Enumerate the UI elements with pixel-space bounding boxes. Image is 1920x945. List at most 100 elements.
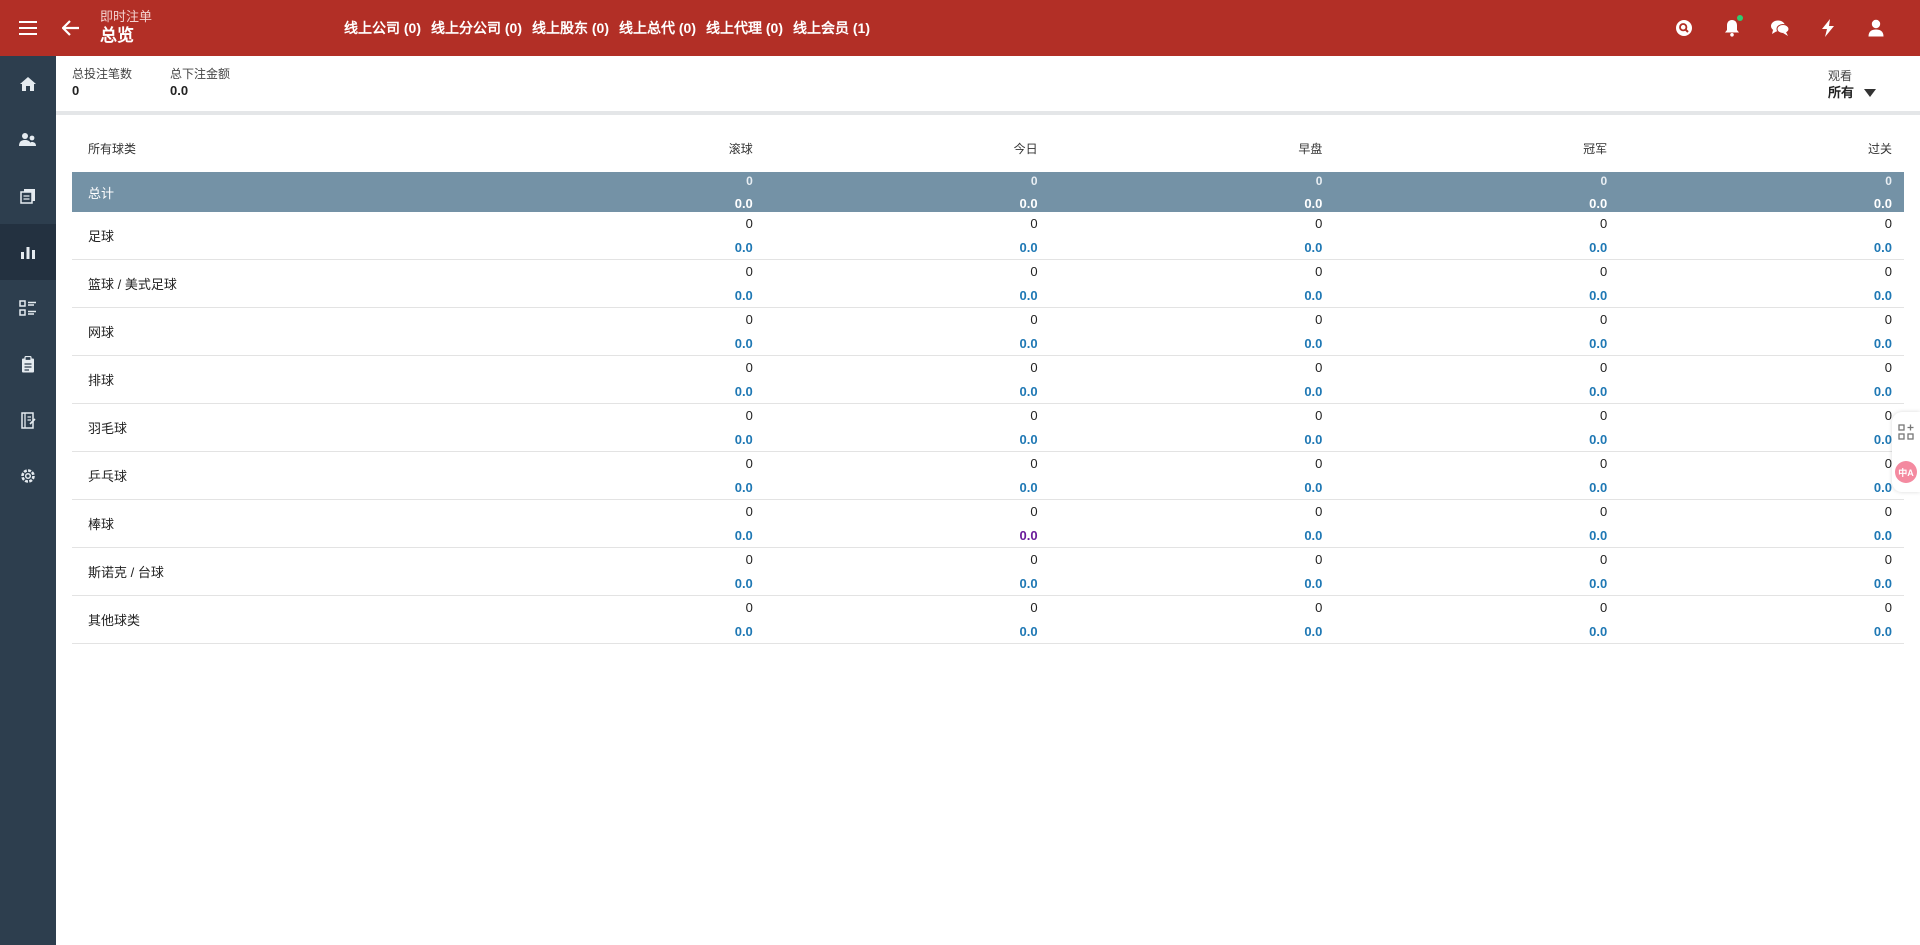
bet-amount-link[interactable]: 0.0 [1334,624,1607,640]
bet-amount-link[interactable]: 0.0 [1619,528,1892,544]
sidebar-item-documents[interactable] [0,168,56,224]
row-name: 足球 [88,229,115,244]
bet-amount-link[interactable]: 0.0 [765,336,1038,352]
level-links: 线上公司 (0) 线上分公司 (0) 线上股东 (0) 线上总代 (0) 线上代… [344,18,880,38]
bet-amount-link[interactable]: 0.0 [1050,528,1322,544]
bet-amount-link[interactable]: 0.0 [1050,336,1322,352]
bet-amount-link[interactable]: 0.0 [1334,576,1607,592]
bet-amount-link[interactable]: 0.0 [1619,576,1892,592]
sidebar-item-list[interactable] [0,280,56,336]
bet-count: 0 [1030,600,1038,615]
bet-amount-link[interactable]: 0.0 [1334,336,1607,352]
cell: 0 0.0 [1050,548,1335,595]
bet-count: 0 [1599,408,1608,423]
bet-count: 0 [1884,552,1892,567]
bet-amount-link[interactable]: 0.0 [1334,480,1607,496]
bet-count: 0 [1884,600,1892,615]
user-button[interactable] [1852,0,1900,56]
bet-amount-link[interactable]: 0.0 [480,480,753,496]
bet-amount-link[interactable]: 0.0 [1619,240,1892,256]
bet-count: 0 [746,174,753,188]
bet-amount-link[interactable]: 0.0 [765,432,1038,448]
notifications-button[interactable] [1708,0,1756,56]
bet-amount-link[interactable]: 0.0 [480,528,753,544]
bet-count: 0 [1315,552,1323,567]
translate-button[interactable]: 中A [1895,461,1917,483]
bet-amount-link[interactable]: 0.0 [1619,384,1892,400]
bet-amount-link[interactable]: 0.0 [1334,240,1607,256]
bet-amount-link[interactable]: 0.0 [1619,288,1892,304]
bet-count: 0 [745,216,753,231]
bet-amount-link[interactable]: 0.0 [1050,432,1322,448]
bet-amount-link[interactable]: 0.0 [480,432,753,448]
bet-amount-link[interactable]: 0.0 [1619,624,1892,640]
sidebar-item-report[interactable] [0,392,56,448]
bet-amount-link[interactable]: 0.0 [1619,336,1892,352]
row-name: 总计 [88,185,115,201]
bet-amount-link[interactable]: 0.0 [1050,240,1322,256]
level-link-shareholder[interactable]: 线上股东 (0) [532,18,609,38]
cell: 0 0.0 [765,356,1050,403]
bet-amount-link[interactable]: 0.0 [765,240,1038,256]
cell: 0 0.0 [1050,212,1335,259]
level-link-general-agent[interactable]: 线上总代 (0) [619,18,696,38]
sidebar-item-home[interactable] [0,56,56,112]
back-button[interactable] [56,0,86,56]
quick-action-button[interactable] [1804,0,1852,56]
hamburger-menu-icon [19,21,37,35]
bet-amount-link[interactable]: 0.0 [765,480,1038,496]
search-button[interactable] [1660,0,1708,56]
bet-amount-link[interactable]: 0.0 [1619,432,1892,448]
bet-amount-link[interactable]: 0.0 [480,336,753,352]
cell: 0 0.0 [480,172,765,212]
view-filter-label: 观看 [1828,69,1853,83]
bet-count: 0 [745,504,753,519]
bet-amount-link[interactable]: 0.0 [1334,288,1607,304]
sidebar-item-clipboard[interactable] [0,336,56,392]
bet-count: 0 [1030,408,1038,423]
bet-amount-link[interactable]: 0.0 [1050,480,1322,496]
sidebar-item-settings[interactable] [0,448,56,504]
row-name: 其他球类 [88,613,141,628]
sidebar-item-reports-chart[interactable] [0,224,56,280]
summary-total-amount-value: 0.0 [170,83,189,98]
bet-amount-link[interactable]: 0.0 [1619,480,1892,496]
bet-amount-link[interactable]: 0.0 [1334,432,1607,448]
report-icon [21,411,36,429]
bet-amount-link[interactable]: 0.0 [765,624,1038,640]
bet-amount-link[interactable]: 0.0 [1050,624,1322,640]
level-link-company[interactable]: 线上公司 (0) [344,18,421,38]
users-icon [19,133,36,146]
bet-amount-link[interactable]: 0.0 [1050,288,1322,304]
add-widget-button[interactable] [1895,421,1917,443]
bet-amount-link[interactable]: 0.0 [480,576,753,592]
bet-count: 0 [1884,216,1892,231]
sidebar-item-users[interactable] [0,112,56,168]
bet-amount-link[interactable]: 0.0 [765,384,1038,400]
row-name: 羽毛球 [88,421,128,436]
cell: 0 0.0 [1334,212,1619,259]
chat-button[interactable] [1756,0,1804,56]
bet-amount-link[interactable]: 0.0 [480,288,753,304]
level-link-branch[interactable]: 线上分公司 (0) [431,18,522,38]
bet-amount-link[interactable]: 0.0 [1050,576,1322,592]
bet-amount-link[interactable]: 0.0 [480,240,753,256]
level-link-member[interactable]: 线上会员 (1) [793,18,870,38]
cell: 0 0.0 [1334,404,1619,451]
menu-button[interactable] [0,0,56,56]
bet-amount-link[interactable]: 0.0 [765,288,1038,304]
row-name: 棒球 [88,517,115,532]
bet-count: 0 [1315,216,1323,231]
view-filter-dropdown[interactable]: 观看 所有 [1828,69,1898,102]
bet-amount-link[interactable]: 0.0 [480,384,753,400]
bet-amount-link[interactable]: 0.0 [1050,384,1322,400]
bet-amount-link[interactable]: 0.0 [480,624,753,640]
bet-amount-link[interactable]: 0.0 [1334,384,1607,400]
bet-amount-link[interactable]: 0.0 [765,528,1038,544]
bet-count: 0 [1315,408,1323,423]
bell-icon [1725,20,1739,37]
cell: 0 0.0 [1619,500,1904,547]
level-link-agent[interactable]: 线上代理 (0) [706,18,783,38]
bet-amount-link[interactable]: 0.0 [1334,528,1607,544]
bet-amount-link[interactable]: 0.0 [765,576,1038,592]
